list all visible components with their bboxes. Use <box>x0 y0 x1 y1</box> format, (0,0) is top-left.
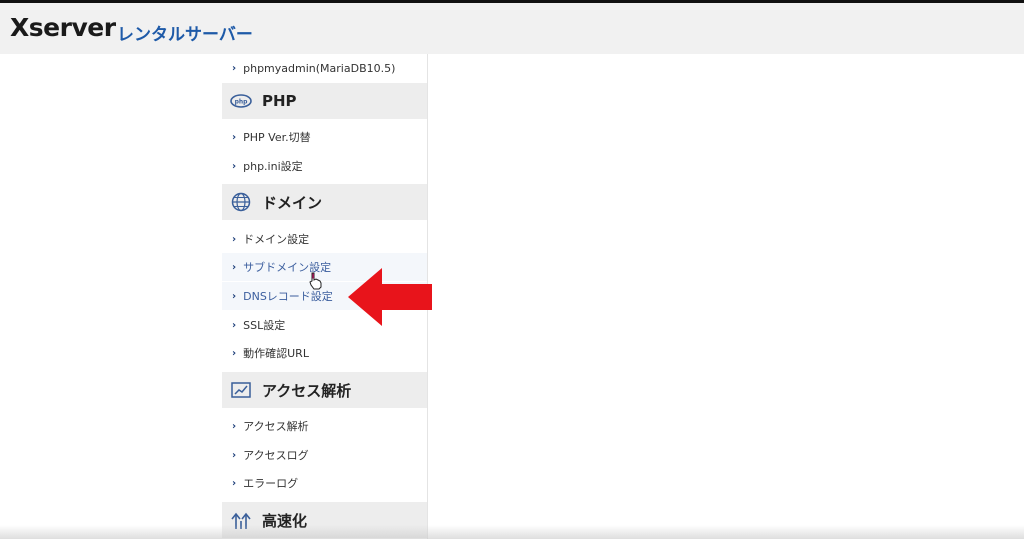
sidebar-item-label: DNSレコード設定 <box>243 290 333 303</box>
sidebar-item-label: アクセス解析 <box>243 420 309 433</box>
sidebar-item-label: ドメイン設定 <box>243 233 310 246</box>
chevron-right-icon: › <box>232 290 237 302</box>
sidebar-item-domain-settings[interactable]: › ドメイン設定 <box>222 225 427 253</box>
chevron-right-icon: › <box>232 420 237 432</box>
chevron-right-icon: › <box>232 319 237 331</box>
logo-subtitle: レンタルサーバー <box>117 25 253 45</box>
sidebar-item-php-version[interactable]: › PHP Ver.切替 <box>222 123 427 151</box>
sidebar-item-label: 動作確認URL <box>243 347 309 360</box>
top-header: Xserver レンタルサーバー <box>0 0 1024 54</box>
chevron-right-icon: › <box>232 347 237 359</box>
section-title: ドメイン <box>262 193 323 212</box>
bottom-fade <box>0 525 1024 539</box>
chevron-right-icon: › <box>232 449 237 461</box>
chevron-right-icon: › <box>232 261 237 273</box>
chart-icon <box>230 379 252 401</box>
sidebar-item-error-log[interactable]: › エラーログ <box>222 469 427 497</box>
php-icon: php <box>230 90 252 112</box>
sidebar-item-label: エラーログ <box>243 477 299 490</box>
globe-icon <box>230 191 252 213</box>
section-title: アクセス解析 <box>262 381 352 400</box>
section-access-analysis: アクセス解析 <box>222 372 427 408</box>
section-title: PHP <box>262 92 297 110</box>
sidebar-item-label: php.ini設定 <box>243 160 303 173</box>
chevron-right-icon: › <box>232 160 237 172</box>
sidebar-item-access-log[interactable]: › アクセスログ <box>222 441 427 469</box>
sidebar-item-label: アクセスログ <box>243 449 309 462</box>
sidebar-item-php-ini[interactable]: › php.ini設定 <box>222 152 427 180</box>
sidebar-item-access-analysis[interactable]: › アクセス解析 <box>222 412 427 440</box>
section-domain: ドメイン <box>222 184 427 220</box>
sidebar-item-check-url[interactable]: › 動作確認URL <box>222 339 427 367</box>
xserver-logo[interactable]: Xserver <box>10 13 116 42</box>
chevron-right-icon: › <box>232 62 237 74</box>
chevron-right-icon: › <box>232 477 237 489</box>
hand-pointer-cursor-icon <box>309 272 322 290</box>
sidebar-item-label: PHP Ver.切替 <box>243 131 311 144</box>
svg-text:php: php <box>235 99 249 106</box>
sidebar-item-label: phpmyadmin(MariaDB10.5) <box>243 61 396 75</box>
chevron-right-icon: › <box>232 233 237 245</box>
left-blank-area <box>0 54 222 539</box>
chevron-right-icon: › <box>232 131 237 143</box>
section-php: php PHP <box>222 83 427 119</box>
sidebar-item-phpmyadmin[interactable]: › phpmyadmin(MariaDB10.5) <box>222 54 427 82</box>
sidebar-item-label: SSL設定 <box>243 319 286 332</box>
red-arrow-annotation <box>348 268 432 326</box>
